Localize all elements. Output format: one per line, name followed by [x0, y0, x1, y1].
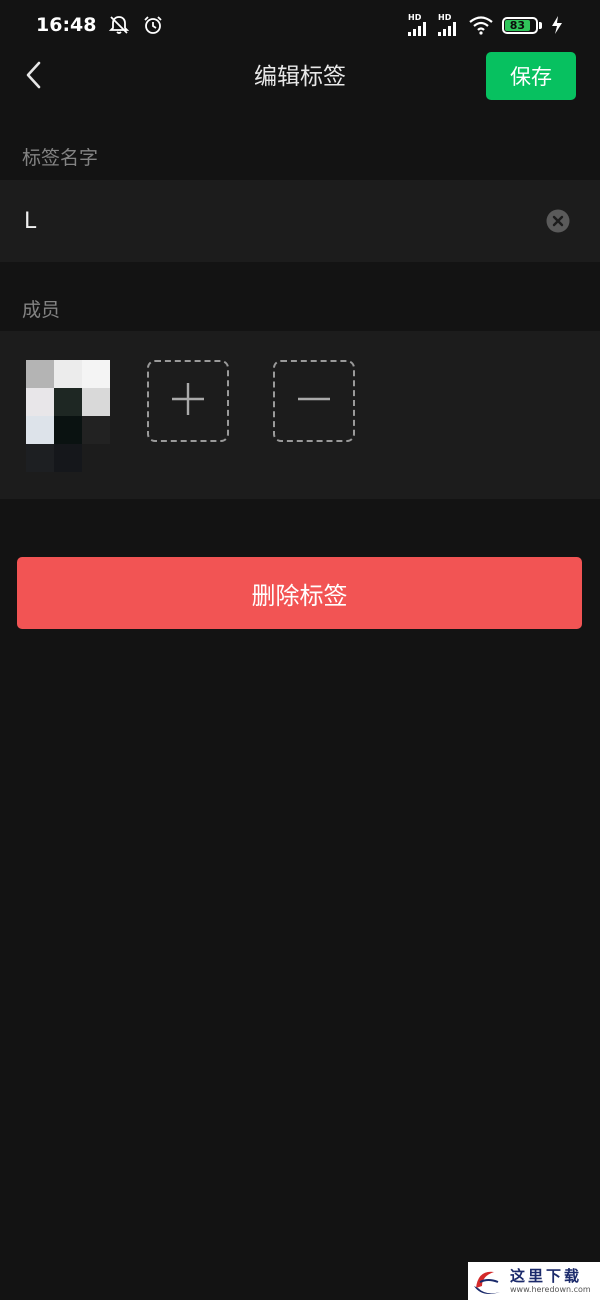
- watermark-logo-icon: [468, 1262, 508, 1300]
- signal-icon: HD: [438, 14, 460, 36]
- battery-level: 83: [505, 19, 530, 32]
- avatar-pixel: [54, 388, 82, 416]
- avatar-pixel: [82, 444, 110, 472]
- alarm-icon: [142, 14, 164, 36]
- screen: 16:48 HD HD 83 编辑标签 保存 标签名字 L 成员 删除标签 这里…: [0, 0, 600, 1300]
- members-label: 成员: [22, 299, 61, 321]
- wifi-icon: [468, 14, 494, 36]
- signal-icon: HD: [408, 14, 430, 36]
- watermark-text: 这里下载 www.heredown.com: [510, 1267, 591, 1295]
- tag-name-input[interactable]: [24, 204, 524, 238]
- watermark: 这里下载 www.heredown.com: [468, 1262, 600, 1300]
- status-time: 16:48: [36, 14, 97, 36]
- avatar-pixel: [54, 360, 82, 388]
- save-button[interactable]: 保存: [486, 52, 576, 100]
- avatar-pixel: [26, 416, 54, 444]
- watermark-url: www.heredown.com: [510, 1285, 591, 1294]
- avatar-pixel: [54, 444, 82, 472]
- member-avatar[interactable]: [26, 360, 110, 472]
- avatar-pixel: [26, 388, 54, 416]
- avatar-pixel: [82, 360, 110, 388]
- plus-icon: [168, 379, 208, 423]
- tag-name-label: 标签名字: [22, 147, 99, 169]
- bell-off-icon: [108, 14, 130, 36]
- nav-bar: 编辑标签 保存: [0, 50, 600, 105]
- add-member-button[interactable]: [147, 360, 229, 442]
- remove-member-button[interactable]: [273, 360, 355, 442]
- avatar-pixel: [82, 416, 110, 444]
- tag-name-row: [0, 180, 600, 262]
- signal-hd-label: HD: [408, 13, 422, 22]
- signal-hd-label: HD: [438, 13, 452, 22]
- status-right: HD HD 83: [408, 14, 564, 36]
- charging-icon: [550, 14, 564, 36]
- delete-tag-button[interactable]: 删除标签: [17, 557, 582, 629]
- avatar-pixel: [26, 360, 54, 388]
- watermark-title: 这里下载: [510, 1267, 583, 1285]
- avatar-pixel: [82, 388, 110, 416]
- minus-icon: [294, 379, 334, 423]
- battery-cap: [539, 21, 542, 29]
- battery-icon: 83: [502, 16, 542, 34]
- avatar-pixel: [26, 444, 54, 472]
- battery-body: 83: [502, 16, 538, 34]
- status-left: 16:48: [36, 14, 164, 36]
- status-bar: 16:48 HD HD 83: [0, 0, 600, 50]
- clear-button[interactable]: [546, 209, 570, 233]
- avatar-pixel: [54, 416, 82, 444]
- clear-circle-icon: [546, 209, 570, 237]
